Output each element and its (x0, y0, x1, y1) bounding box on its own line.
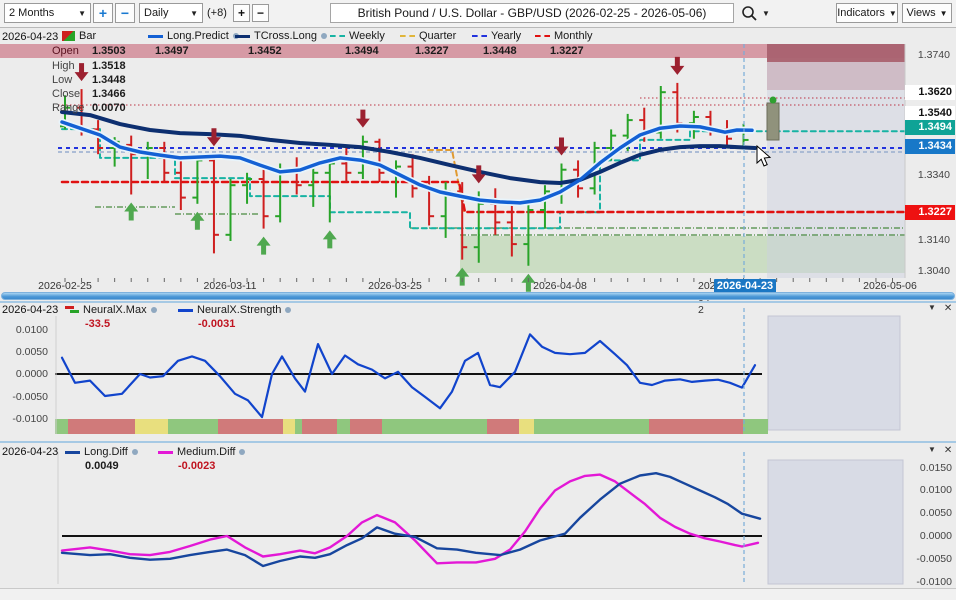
oscillator-axis-tick: 0.0100 (2, 324, 48, 336)
oscillator-axis-tick: 0.0050 (2, 346, 48, 358)
date-axis-label: 2026-04-08 (525, 280, 595, 292)
legend-item-yearly[interactable]: Yearly (472, 30, 521, 42)
close-value: 1.3466 (92, 88, 126, 100)
indicator-value-quarter: 1.3227 (415, 45, 449, 57)
diff-axis-tick: 0.0100 (906, 484, 952, 496)
price-axis-tick: 1.3740 (904, 49, 950, 61)
price-axis-badge-1.3540: 1.3540 (905, 106, 955, 121)
oscillator-axis-tick: -0.0100 (2, 413, 48, 425)
legend-dash-swatch (472, 35, 487, 37)
price-axis-badge-1.3227: 1.3227 (905, 205, 955, 220)
legend-line-swatch (65, 451, 80, 454)
info-dot-icon[interactable] (239, 449, 245, 455)
indicator-value-tcross-long: 1.3452 (248, 45, 282, 57)
date-axis-label: 2026-02-25 (30, 280, 100, 292)
legend-line-swatch (148, 35, 163, 38)
legend-item-bar[interactable]: Bar (62, 30, 96, 42)
open-value: 1.3503 (92, 45, 126, 57)
collapse-panel-icon[interactable]: ▼ (928, 303, 936, 314)
diff-axis-tick: -0.0100 (906, 576, 952, 588)
legend-dash-swatch (400, 35, 415, 37)
open-label: Open (52, 45, 79, 57)
legend-label: Monthly (554, 30, 593, 42)
legend-label: NeuralX.Max (83, 304, 147, 316)
price-axis-tick: 1.3340 (904, 169, 950, 181)
legend-line-swatch (235, 35, 250, 38)
legend-dash-swatch (535, 35, 550, 37)
indicator-value-weekly: 1.3494 (345, 45, 379, 57)
series-value-long-diff: 0.0049 (85, 460, 119, 472)
diff-panel-tools: ▼ ✕ (928, 445, 952, 456)
diff-axis-tick: 0.0050 (906, 507, 952, 519)
legend-item-long-diff[interactable]: Long.Diff (65, 446, 138, 458)
legend-dash-swatch (330, 35, 345, 37)
panel3-crosshair-date: 2026-04-23 (2, 446, 58, 458)
neuralx-panel-tools: ▼ ✕ (928, 303, 952, 314)
info-dot-icon[interactable] (132, 449, 138, 455)
price-axis-badge-1.3620: 1.3620 (905, 85, 955, 100)
indicator-value-yearly: 1.3448 (483, 45, 517, 57)
high-label: High (52, 60, 75, 72)
price-axis-badge-1.3494: 1.3494 (905, 120, 955, 135)
close-panel-icon[interactable]: ✕ (944, 445, 952, 456)
range-label: Range (52, 102, 84, 114)
high-value: 1.3518 (92, 60, 126, 72)
oscillator-axis-tick: -0.0050 (2, 391, 48, 403)
series-value-medium-diff: -0.0023 (178, 460, 215, 472)
oscillator-axis-tick: 0.0000 (2, 368, 48, 380)
low-label: Low (52, 74, 72, 86)
trading-app-window: 2 Months ▼ + − Daily ▼ (+8) + − British … (0, 0, 956, 600)
legend-item-neuralx-max[interactable]: NeuralX.Max (65, 304, 157, 316)
low-value: 1.3448 (92, 74, 126, 86)
close-label: Close (52, 88, 80, 100)
info-dot-icon[interactable] (151, 307, 157, 313)
info-dot-icon[interactable] (321, 33, 327, 39)
legend-item-weekly[interactable]: Weekly (330, 30, 385, 42)
legend-item-quarter[interactable]: Quarter (400, 30, 456, 42)
date-axis-label: 2026-03-11 (195, 280, 265, 292)
panel2-crosshair-date: 2026-04-23 (2, 304, 58, 316)
info-dot-icon[interactable] (285, 307, 291, 313)
neuralx-max-swatch-icon (65, 305, 79, 315)
legend-label: Long.Predict (167, 30, 229, 42)
date-axis-label: 2026-03-25 (360, 280, 430, 292)
bar-swatch-icon (62, 31, 75, 41)
legend-item-tcross-long[interactable]: TCross.Long (235, 30, 327, 42)
diff-axis-tick: 0.0150 (906, 462, 952, 474)
legend-line-swatch (158, 451, 173, 454)
legend-label: NeuralX.Strength (197, 304, 281, 316)
legend-label: Long.Diff (84, 446, 128, 458)
legend-label: Quarter (419, 30, 456, 42)
main-crosshair-date: 2026-04-23 (2, 31, 58, 43)
series-value-neuralx-strength: -0.0031 (198, 318, 235, 330)
diff-axis-tick: -0.0050 (906, 553, 952, 565)
price-axis-tick: 1.3040 (904, 265, 950, 277)
diff-axis-tick: 0.0000 (906, 530, 952, 542)
legend-item-monthly[interactable]: Monthly (535, 30, 593, 42)
legend-label: TCross.Long (254, 30, 317, 42)
legend-label: Bar (79, 30, 96, 42)
charts-overlay (0, 0, 956, 600)
range-value: 0.0070 (92, 102, 126, 114)
legend-item-neuralx-strength[interactable]: NeuralX.Strength (178, 304, 291, 316)
horizontal-scrollbar[interactable] (1, 292, 955, 300)
date-axis-label: 2026-05-06 (855, 280, 925, 292)
legend-line-swatch (178, 309, 193, 312)
legend-label: Medium.Diff (177, 446, 235, 458)
legend-label: Weekly (349, 30, 385, 42)
close-panel-icon[interactable]: ✕ (944, 303, 952, 314)
series-value-neuralx-max: -33.5 (85, 318, 110, 330)
status-bar (0, 588, 956, 600)
legend-item-medium-diff[interactable]: Medium.Diff (158, 446, 245, 458)
price-axis-tick: 1.3140 (904, 234, 950, 246)
legend-item-long-predict[interactable]: Long.Predict (148, 30, 239, 42)
price-axis-badge-1.3434: 1.3434 (905, 139, 955, 154)
legend-label: Yearly (491, 30, 521, 42)
indicator-value-monthly: 1.3227 (550, 45, 584, 57)
indicator-value-long-predict: 1.3497 (155, 45, 189, 57)
collapse-panel-icon[interactable]: ▼ (928, 445, 936, 456)
